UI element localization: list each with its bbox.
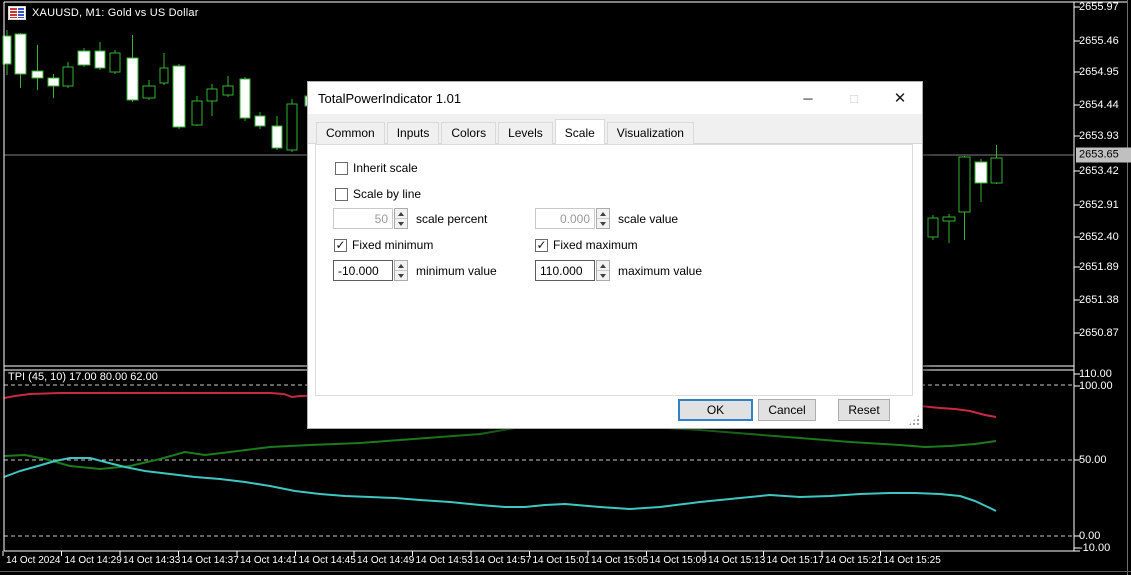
scale-by-line-label: Scale by line	[353, 187, 421, 201]
minimum-value-label: minimum value	[416, 264, 497, 278]
bear-candle	[975, 162, 987, 183]
tab-scale[interactable]: Scale	[555, 119, 605, 144]
bull-candle	[110, 53, 120, 72]
reset-button[interactable]: Reset	[838, 399, 890, 421]
tab-levels[interactable]: Levels	[498, 122, 553, 144]
bull-candle	[287, 104, 297, 150]
inherit-scale-label: Inherit scale	[353, 161, 418, 175]
bull-candle	[192, 101, 202, 125]
resize-grip[interactable]	[908, 414, 920, 426]
minimum-value-input[interactable]	[333, 260, 393, 281]
bear-candle	[240, 79, 250, 118]
bear-candle	[32, 71, 43, 78]
scale-value-stepper[interactable]	[596, 208, 610, 229]
tab-inputs[interactable]: Inputs	[387, 122, 440, 144]
bear-candle	[78, 51, 90, 65]
bull-candle	[143, 86, 155, 98]
bulls-power-line	[4, 425, 996, 469]
symbol-row: XAUUSD, M1: Gold vs US Dollar	[8, 6, 199, 20]
bear-candle	[95, 51, 105, 68]
scale-percent-label: scale percent	[416, 212, 487, 226]
inherit-scale-checkbox[interactable]	[335, 162, 348, 175]
bull-candle	[943, 217, 955, 221]
bull-candle	[63, 67, 73, 86]
bull-candle	[223, 86, 233, 95]
cancel-button[interactable]: Cancel	[758, 399, 816, 421]
symbol-flag-icon	[8, 6, 26, 20]
total-power-line	[4, 458, 996, 511]
tab-visualization[interactable]: Visualization	[607, 122, 694, 144]
fixed-minimum-checkbox[interactable]: ✓	[334, 239, 347, 252]
dialog-tab-strip: Common Inputs Colors Levels Scale Visual…	[308, 114, 922, 144]
close-icon[interactable]: ✕	[886, 85, 914, 111]
minimum-value-stepper[interactable]	[394, 260, 408, 281]
tab-common[interactable]: Common	[316, 122, 385, 144]
indicator-properties-dialog: TotalPowerIndicator 1.01 ─ □ ✕ Common In…	[308, 82, 922, 428]
bull-candle	[991, 158, 1002, 183]
bull-candle	[207, 89, 217, 101]
minimize-icon[interactable]: ─	[794, 85, 822, 111]
bull-candle	[160, 68, 168, 83]
scale-value-input[interactable]	[535, 208, 595, 229]
maximum-value-input[interactable]	[535, 260, 595, 281]
maximum-value-label: maximum value	[618, 264, 702, 278]
scale-by-line-checkbox[interactable]	[335, 188, 348, 201]
tab-colors[interactable]: Colors	[441, 122, 496, 144]
maximum-value-stepper[interactable]	[596, 260, 610, 281]
scale-percent-input[interactable]	[333, 208, 393, 229]
bear-candle	[173, 66, 185, 127]
bull-candle	[959, 157, 970, 212]
bear-candle	[127, 58, 138, 100]
scale-tab-panel: Inherit scale Scale by line scale percen…	[315, 144, 913, 396]
ok-button[interactable]: OK	[678, 399, 753, 421]
fixed-minimum-label: Fixed minimum	[352, 238, 433, 252]
mt5-chart-window: 2655.972655.462654.952654.442653.932653.…	[0, 0, 1131, 575]
bear-candle	[48, 78, 59, 86]
scale-percent-stepper[interactable]	[394, 208, 408, 229]
dialog-title-bar[interactable]: TotalPowerIndicator 1.01	[308, 82, 922, 114]
symbol-label: XAUUSD, M1: Gold vs US Dollar	[32, 7, 199, 19]
bear-candle	[255, 116, 265, 126]
bear-candle	[15, 34, 26, 74]
maximize-icon: □	[840, 85, 868, 111]
bull-candle	[928, 218, 938, 237]
fixed-maximum-checkbox[interactable]: ✓	[535, 239, 548, 252]
bear-candle	[272, 126, 282, 148]
scale-value-label: scale value	[618, 212, 678, 226]
fixed-maximum-label: Fixed maximum	[553, 238, 638, 252]
dialog-title: TotalPowerIndicator 1.01	[318, 91, 461, 106]
